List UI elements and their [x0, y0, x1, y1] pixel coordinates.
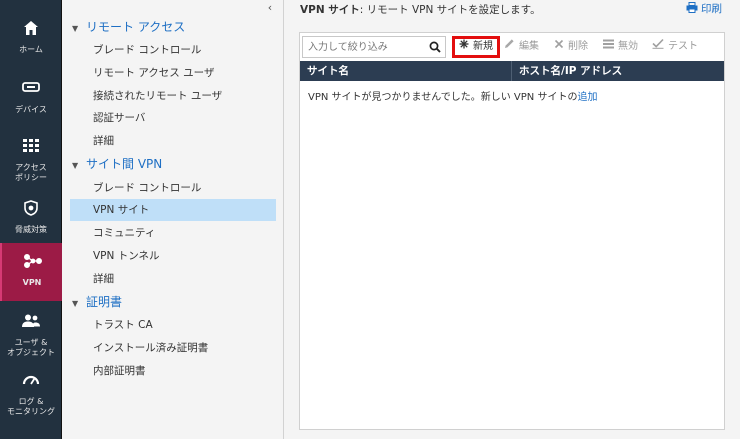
print-button[interactable]: 印刷: [686, 1, 722, 16]
nav-item-internal-certificate[interactable]: 内部証明書: [70, 360, 276, 382]
access-policy-icon: [0, 138, 62, 160]
rail-item-access-policy[interactable]: アクセス ポリシー: [0, 128, 62, 186]
delete-x-icon: [554, 38, 564, 56]
search-input[interactable]: [303, 37, 428, 57]
rail-label-users-objects: ユーザ & オブジェクト: [7, 338, 55, 357]
search-icon[interactable]: [429, 41, 441, 53]
rail-item-vpn[interactable]: VPN: [0, 243, 62, 301]
pencil-icon: [504, 38, 515, 56]
nav-item-ra-advanced[interactable]: 詳細: [70, 130, 276, 152]
edit-button-label: 編集: [519, 41, 539, 52]
nav-section-remote-access[interactable]: ▼ リモート アクセス: [72, 16, 185, 38]
nav-item-installed-certificates[interactable]: インストール済み証明書: [70, 337, 276, 359]
disable-list-icon: [603, 38, 614, 56]
nav-section-label: 証明書: [86, 295, 123, 309]
rail-item-logs-monitoring[interactable]: ログ & モニタリング: [0, 362, 62, 420]
rail-label-logs-monitoring: ログ & モニタリング: [7, 397, 55, 416]
column-header-site-name[interactable]: サイト名: [300, 61, 512, 81]
new-button-label: 新規: [473, 41, 493, 52]
vpn-sites-panel: 新規 編集 削除 無効 テスト サイト名: [299, 32, 725, 430]
nav-item-connected-remote-users[interactable]: 接続されたリモート ユーザ: [70, 85, 276, 107]
nav-item-s2s-blade-control[interactable]: ブレード コントロール: [70, 177, 276, 199]
search-box: [302, 36, 446, 58]
test-button-label: テスト: [668, 41, 698, 52]
delete-button[interactable]: 削除: [554, 38, 588, 56]
empty-grid-message: VPN サイトが見つかりませんでした。新しい VPN サイトの追加: [308, 88, 597, 103]
nav-item-auth-servers[interactable]: 認証サーバ: [70, 107, 276, 129]
new-button[interactable]: 新規: [452, 36, 500, 58]
main-panel: VPN サイト: リモート VPN サイトを設定します。 印刷 新規 編集: [285, 0, 740, 439]
logs-icon: [0, 372, 62, 394]
add-site-link[interactable]: 追加: [577, 92, 597, 103]
test-check-icon: [652, 38, 664, 56]
page-title: VPN サイト: リモート VPN サイトを設定します。: [300, 2, 541, 17]
nav-item-trusted-cas[interactable]: トラスト CA: [70, 314, 276, 336]
rail-label-vpn: VPN: [22, 278, 42, 287]
grid-header: サイト名 ホスト名/IP アドレス: [300, 61, 724, 81]
rail-label-threat-prevention: 脅威対策: [15, 225, 47, 234]
nav-item-ra-blade-control[interactable]: ブレード コントロール: [70, 39, 276, 61]
rail-item-threat-prevention[interactable]: 脅威対策: [0, 190, 62, 248]
collapse-nav-icon[interactable]: ‹: [265, 2, 275, 14]
nav-item-remote-access-users[interactable]: リモート アクセス ユーザ: [70, 62, 276, 84]
vpn-icon: [2, 253, 64, 275]
nav-item-vpn-tunnels[interactable]: VPN トンネル: [70, 245, 276, 267]
caret-down-icon: ▼: [72, 161, 79, 170]
caret-down-icon: ▼: [72, 299, 79, 308]
device-icon: [0, 80, 62, 102]
page-title-text: VPN サイト: [300, 4, 360, 16]
printer-icon: [686, 1, 698, 16]
page-description: : リモート VPN サイトを設定します。: [359, 4, 541, 16]
rail-label-access-policy: アクセス ポリシー: [15, 163, 47, 182]
caret-down-icon: ▼: [72, 24, 79, 33]
rail-label-devices: デバイス: [15, 105, 47, 114]
main-navigation-rail: ホーム デバイス アクセス ポリシー 脅威対策 VPN ユーザ & オブジェクト: [0, 0, 62, 439]
rail-item-home[interactable]: ホーム: [0, 10, 62, 68]
nav-item-vpn-sites[interactable]: VPN サイト: [70, 199, 276, 221]
rail-item-devices[interactable]: デバイス: [0, 70, 62, 128]
nav-section-site-to-site-vpn[interactable]: ▼ サイト間 VPN: [72, 153, 162, 175]
test-button[interactable]: テスト: [652, 38, 698, 56]
empty-message-text: VPN サイトが見つかりませんでした。新しい VPN サイトの: [308, 92, 578, 103]
column-header-host-ip[interactable]: ホスト名/IP アドレス: [512, 61, 724, 81]
rail-label-home: ホーム: [19, 45, 43, 54]
disable-button-label: 無効: [618, 41, 638, 52]
nav-section-certificates[interactable]: ▼ 証明書: [72, 291, 122, 313]
users-icon: [0, 313, 62, 335]
nav-item-communities[interactable]: コミュニティ: [70, 222, 276, 244]
nav-item-s2s-advanced[interactable]: 詳細: [70, 268, 276, 290]
delete-button-label: 削除: [568, 41, 588, 52]
home-icon: [0, 20, 62, 42]
print-label: 印刷: [701, 3, 722, 15]
disable-button[interactable]: 無効: [603, 38, 638, 56]
threat-prevention-icon: [0, 200, 62, 222]
edit-button[interactable]: 編集: [504, 38, 539, 56]
nav-section-label: サイト間 VPN: [86, 157, 163, 171]
rail-item-users-objects[interactable]: ユーザ & オブジェクト: [0, 303, 62, 361]
new-star-icon: [459, 38, 469, 56]
nav-section-label: リモート アクセス: [86, 20, 186, 34]
vpn-navigation-tree: ‹ ▼ リモート アクセス ブレード コントロール リモート アクセス ユーザ 接…: [62, 0, 284, 439]
